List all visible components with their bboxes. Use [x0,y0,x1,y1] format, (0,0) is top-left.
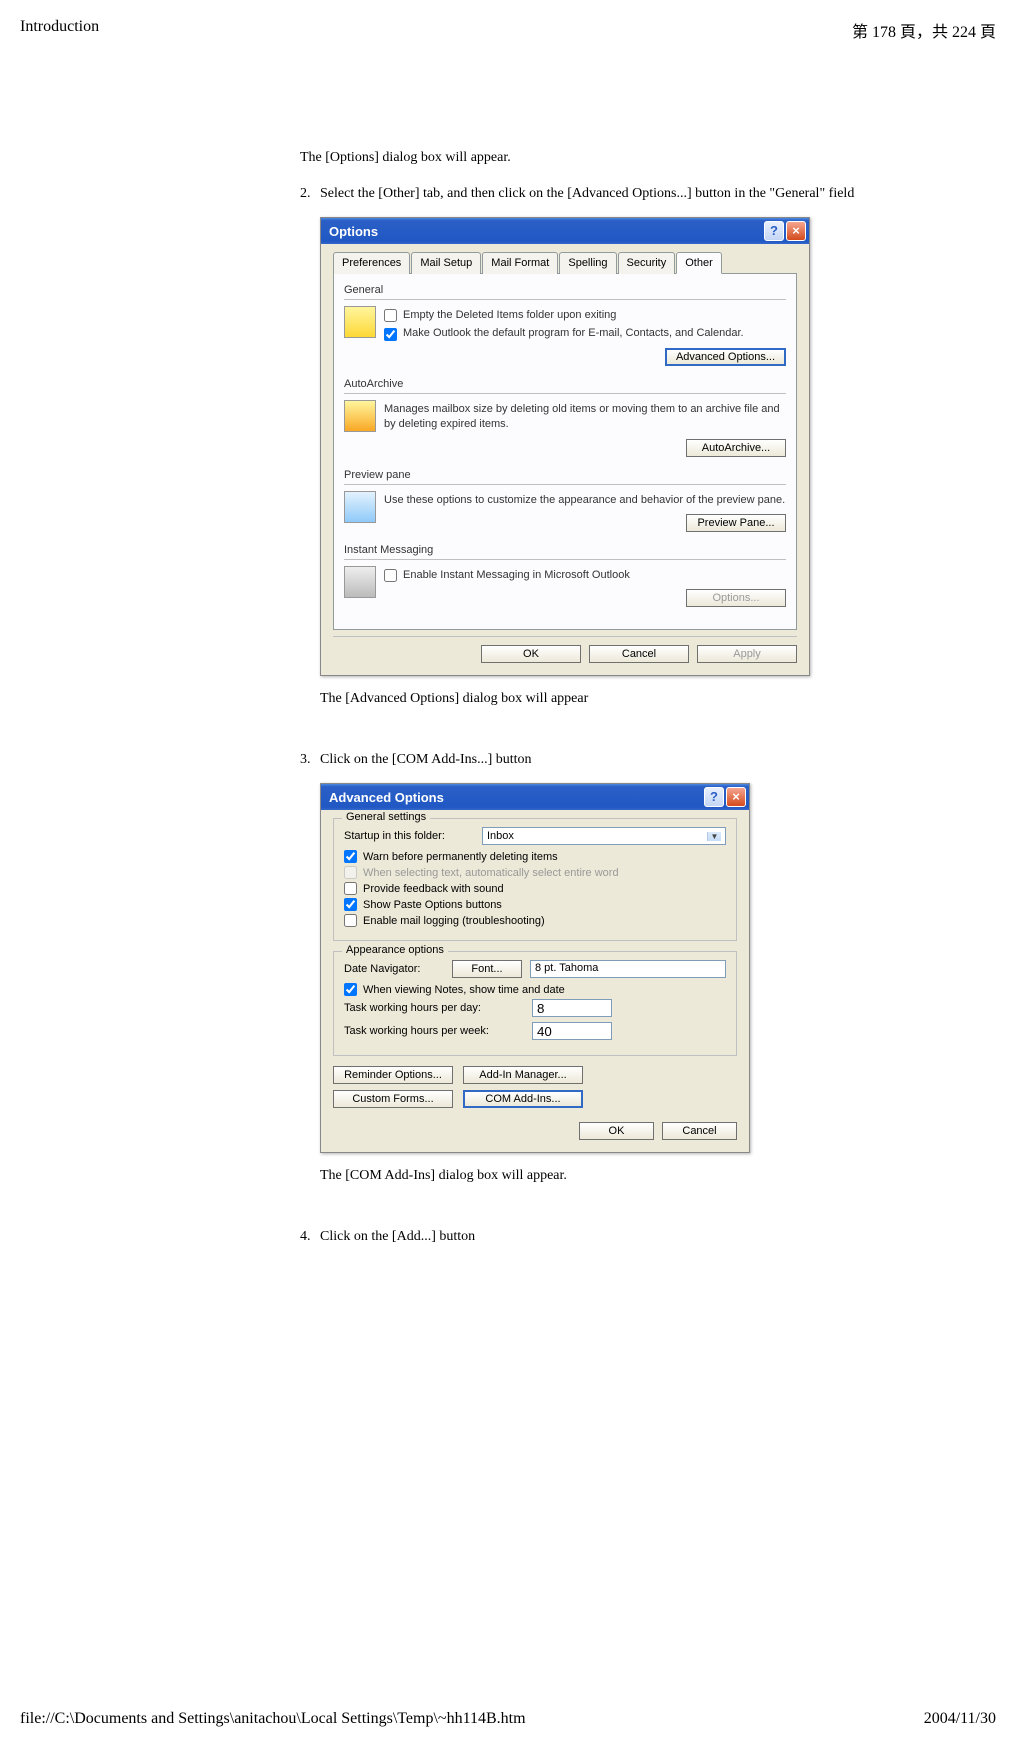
reminder-options-button[interactable]: Reminder Options... [333,1066,453,1084]
adv-help-icon[interactable]: ? [704,787,724,807]
step3-result: The [COM Add-Ins] dialog box will appear… [320,1168,896,1184]
startup-folder-value: Inbox [487,830,514,842]
tab-mail-setup[interactable]: Mail Setup [411,252,481,274]
enable-im-label: Enable Instant Messaging in Microsoft Ou… [403,568,630,583]
step3-text: Click on the [COM Add-Ins...] button [320,752,896,768]
hours-day-input[interactable] [532,999,612,1017]
footer-date: 2004/11/30 [924,1710,996,1728]
adv-close-icon[interactable]: × [726,787,746,807]
paste-options-label: Show Paste Options buttons [363,899,502,911]
select-word-label: When selecting text, automatically selec… [363,867,619,879]
dropdown-icon: ▼ [707,832,721,841]
advanced-options-button[interactable]: Advanced Options... [665,348,786,366]
mail-logging-label: Enable mail logging (troubleshooting) [363,915,545,927]
warn-delete-label: Warn before permanently deleting items [363,851,558,863]
help-icon[interactable]: ? [764,221,784,241]
options-titlebar[interactable]: Options ? × [321,218,809,244]
step2-result: The [Advanced Options] dialog box will a… [320,691,896,707]
notes-time-label: When viewing Notes, show time and date [363,984,565,996]
tab-security[interactable]: Security [618,252,676,274]
im-options-button: Options... [686,589,786,607]
page-indicator: 第 178 頁，共 224 頁 [852,18,996,42]
general-settings-group: General settings Startup in this folder:… [333,818,737,941]
hours-week-input[interactable] [532,1022,612,1040]
custom-forms-button[interactable]: Custom Forms... [333,1090,453,1108]
autoarchive-desc: Manages mailbox size by deleting old ite… [384,402,786,433]
warn-delete-checkbox[interactable] [344,850,357,863]
addin-manager-button[interactable]: Add-In Manager... [463,1066,583,1084]
adv-ok-button[interactable]: OK [579,1122,654,1140]
preview-icon [344,491,376,523]
options-title: Options [329,224,378,239]
preview-pane-button[interactable]: Preview Pane... [686,514,786,532]
group-general-label: General [344,284,786,296]
autoarchive-button[interactable]: AutoArchive... [686,439,786,457]
step3-number: 3. [300,752,320,1214]
hours-week-label: Task working hours per week: [344,1025,524,1037]
com-addins-button[interactable]: COM Add-Ins... [463,1090,583,1108]
startup-folder-select[interactable]: Inbox ▼ [482,827,726,845]
adv-titlebar[interactable]: Advanced Options ? × [321,784,749,810]
apply-button: Apply [697,645,797,663]
tab-preferences[interactable]: Preferences [333,252,410,274]
startup-folder-label: Startup in this folder: [344,830,474,842]
group-im-label: Instant Messaging [344,544,786,556]
empty-deleted-label: Empty the Deleted Items folder upon exit… [403,308,616,323]
close-icon[interactable]: × [786,221,806,241]
date-nav-label: Date Navigator: [344,963,444,975]
enable-im-checkbox[interactable] [384,569,397,582]
mail-logging-checkbox[interactable] [344,914,357,927]
doc-title: Introduction [20,18,99,42]
font-value: 8 pt. Tahoma [530,960,726,978]
adv-title: Advanced Options [329,790,444,805]
group-preview-label: Preview pane [344,469,786,481]
notes-time-checkbox[interactable] [344,983,357,996]
step2-number: 2. [300,186,320,737]
adv-cancel-button[interactable]: Cancel [662,1122,737,1140]
step4-text: Click on the [Add...] button [320,1229,896,1245]
tab-mail-format[interactable]: Mail Format [482,252,558,274]
options-tabs: Preferences Mail Setup Mail Format Spell… [333,252,797,274]
hours-day-label: Task working hours per day: [344,1002,524,1014]
tab-spelling[interactable]: Spelling [559,252,616,274]
paste-options-checkbox[interactable] [344,898,357,911]
general-settings-label: General settings [342,811,430,823]
footer-path: file://C:\Documents and Settings\anitach… [20,1710,526,1728]
general-icon [344,306,376,338]
tab-other[interactable]: Other [676,252,722,274]
default-program-checkbox[interactable] [384,328,397,341]
autoarchive-icon [344,400,376,432]
feedback-sound-checkbox[interactable] [344,882,357,895]
group-autoarchive-label: AutoArchive [344,378,786,390]
advanced-options-dialog: Advanced Options ? × General settings St… [320,783,750,1153]
feedback-sound-label: Provide feedback with sound [363,883,504,895]
ok-button[interactable]: OK [481,645,581,663]
options-dialog: Options ? × Preferences Mail Setup Mail … [320,217,810,676]
appearance-group: Appearance options Date Navigator: Font.… [333,951,737,1056]
font-button[interactable]: Font... [452,960,522,978]
select-word-checkbox [344,866,357,879]
intro-line: The [Options] dialog box will appear. [300,150,896,166]
empty-deleted-checkbox[interactable] [384,309,397,322]
step4-number: 4. [300,1229,320,1245]
step2-text: Select the [Other] tab, and then click o… [320,186,896,202]
preview-desc: Use these options to customize the appea… [384,493,786,508]
cancel-button[interactable]: Cancel [589,645,689,663]
default-program-label: Make Outlook the default program for E-m… [403,326,744,341]
im-icon [344,566,376,598]
appearance-label: Appearance options [342,944,448,956]
